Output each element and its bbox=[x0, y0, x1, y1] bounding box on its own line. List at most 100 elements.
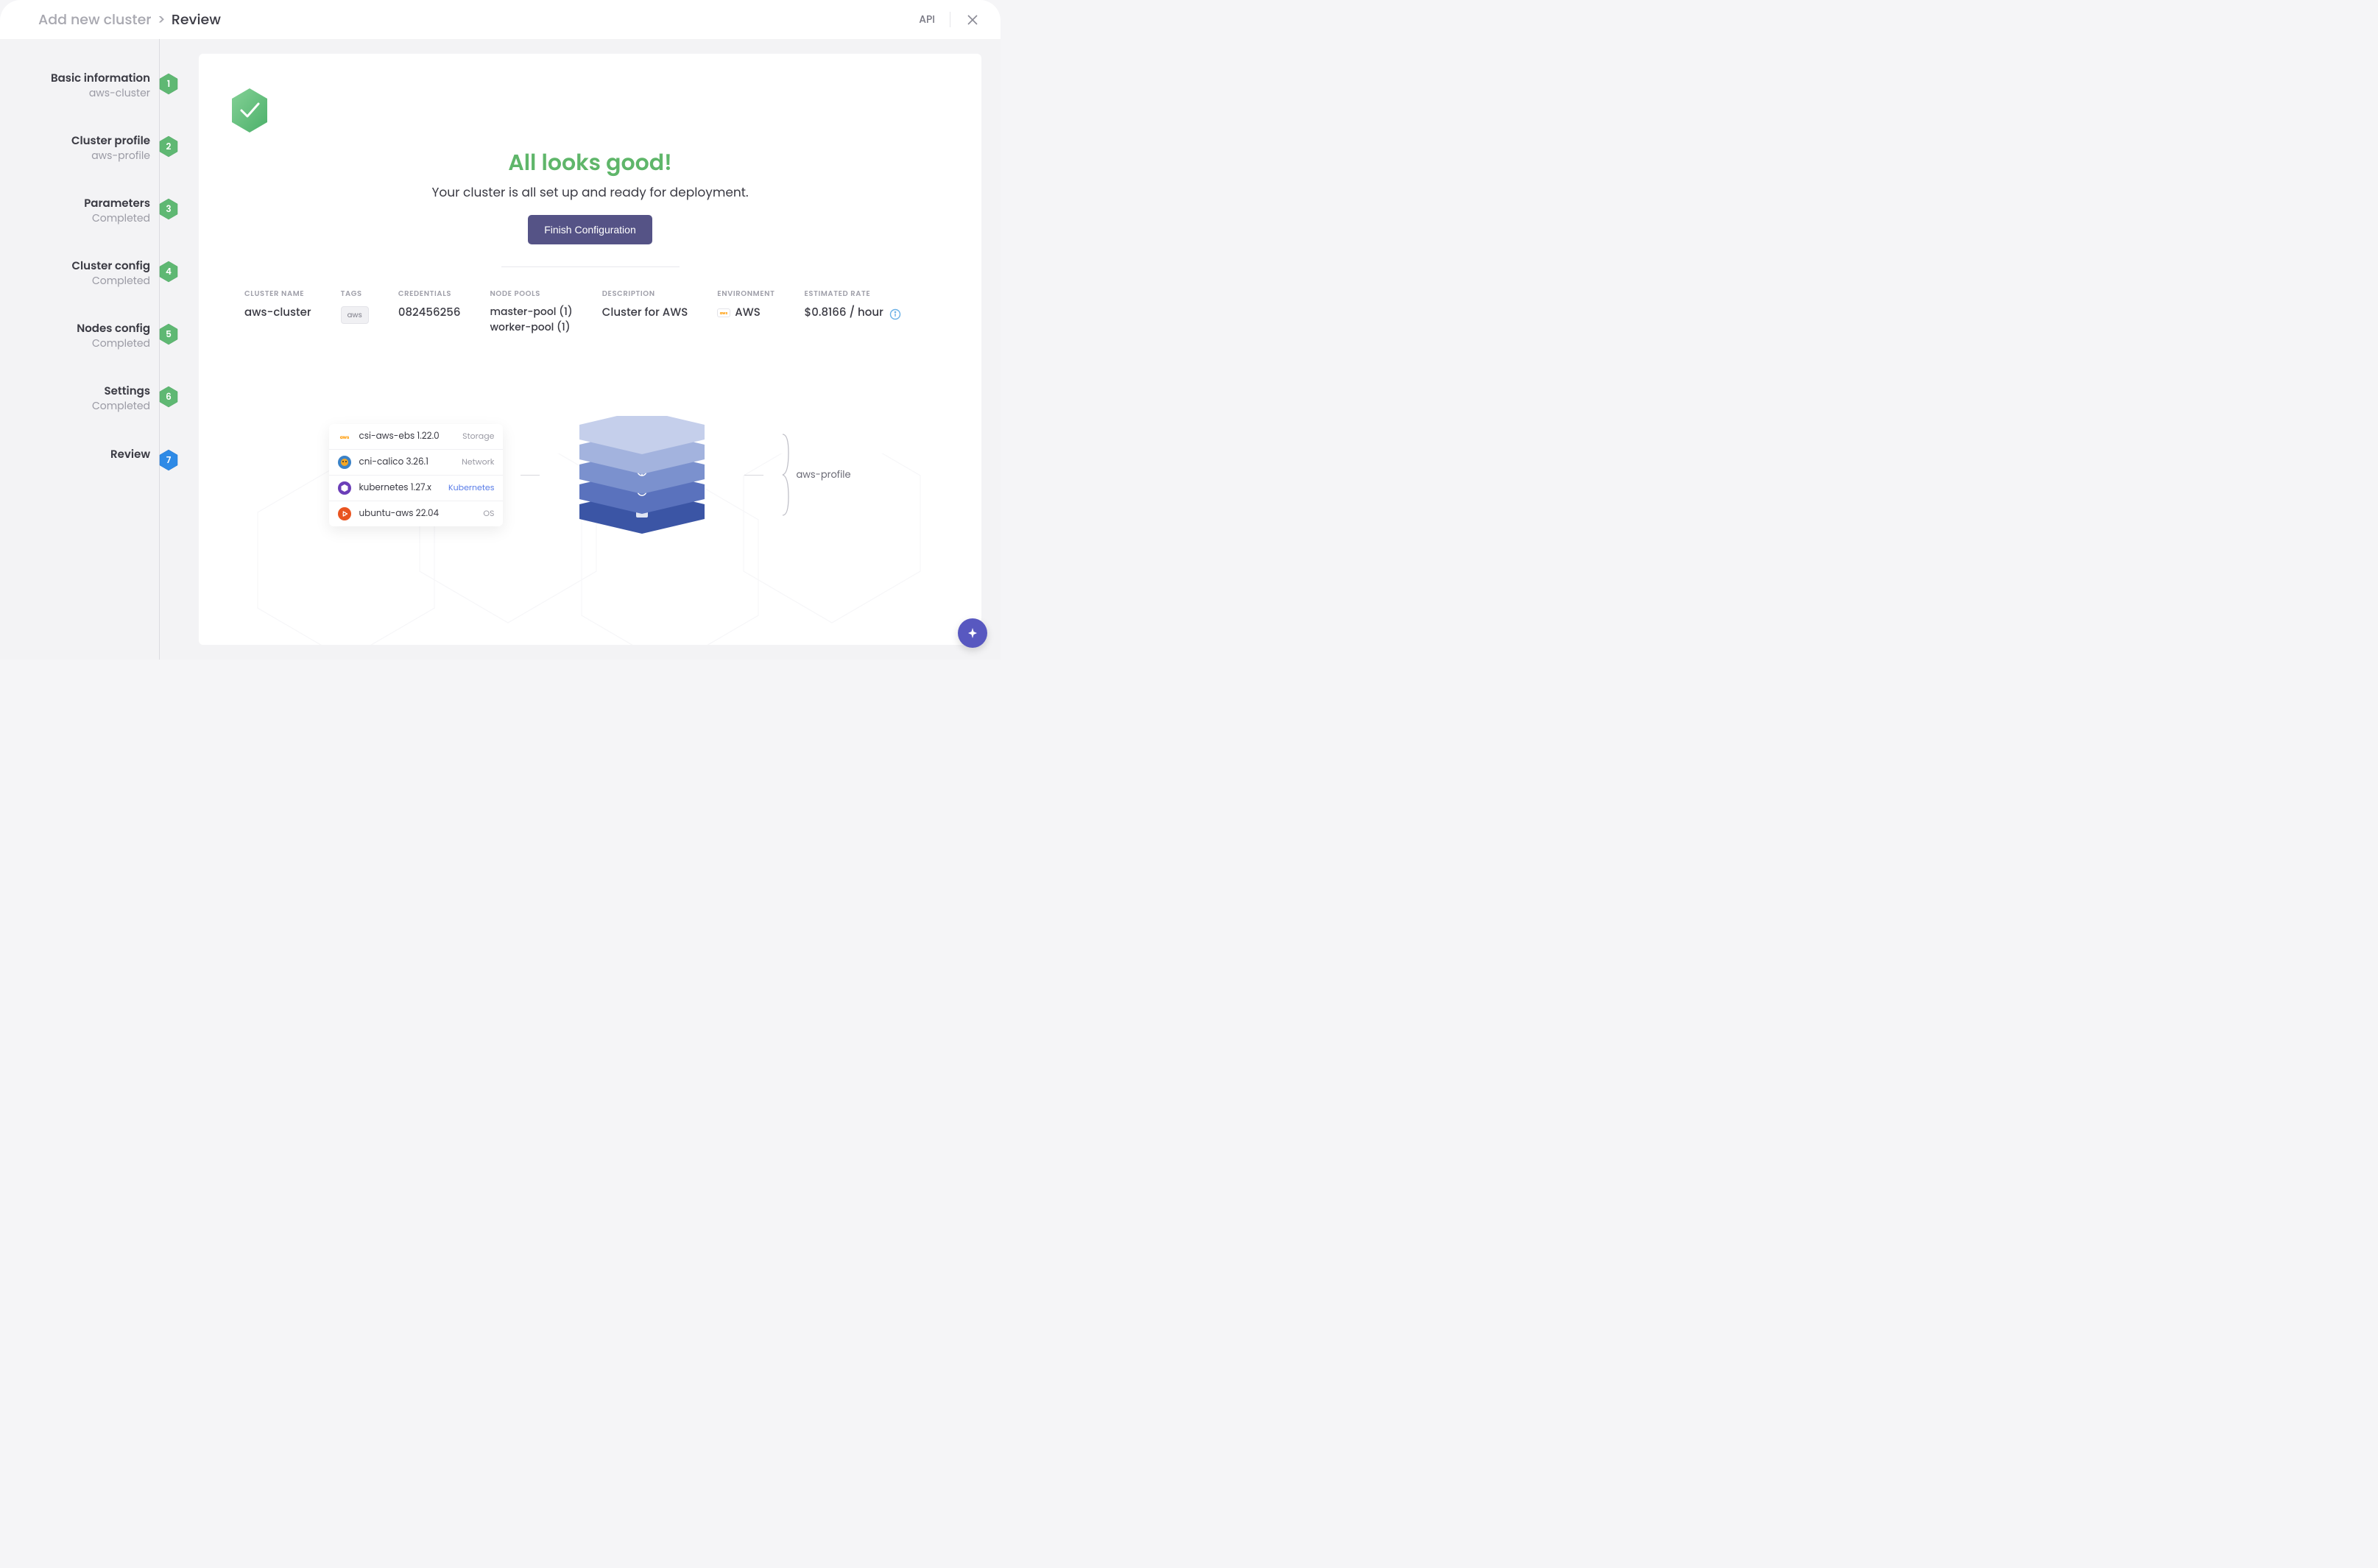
finish-configuration-button[interactable]: Finish Configuration bbox=[528, 215, 652, 244]
breadcrumb-separator: > bbox=[158, 9, 166, 30]
svg-text:4: 4 bbox=[166, 266, 172, 278]
step-title: Settings bbox=[92, 384, 150, 399]
step-title: Cluster profile bbox=[71, 134, 150, 149]
summary-label: NODE POOLS bbox=[490, 288, 572, 300]
layer-list: aws csi-aws-ebs 1.22.0 Storage cni-calic… bbox=[329, 424, 503, 526]
summary-value: $0.8166 / hour bbox=[804, 304, 883, 321]
help-fab-button[interactable] bbox=[958, 618, 987, 648]
step-title: Parameters bbox=[84, 197, 150, 211]
summary-row: CLUSTER NAME aws-cluster TAGS aws CREDEN… bbox=[228, 288, 952, 335]
summary-cluster-name: CLUSTER NAME aws-cluster bbox=[244, 288, 311, 335]
summary-label: CREDENTIALS bbox=[398, 288, 461, 300]
summary-value: 082456256 bbox=[398, 304, 461, 321]
summary-estimated-rate: ESTIMATED RATE $0.8166 / hour bbox=[804, 288, 900, 335]
success-subtitle: Your cluster is all set up and ready for… bbox=[228, 183, 952, 202]
step-subtitle: Completed bbox=[84, 211, 150, 226]
summary-label: DESCRIPTION bbox=[602, 288, 688, 300]
wizard-sidebar: Basic information aws-cluster 1 Cluster … bbox=[0, 39, 168, 660]
summary-value: AWS bbox=[735, 304, 761, 321]
layer-type: Network bbox=[462, 456, 494, 468]
step-settings[interactable]: Settings Completed 6 bbox=[0, 384, 168, 447]
summary-label: ENVIRONMENT bbox=[717, 288, 775, 300]
step-title: Basic information bbox=[51, 71, 150, 86]
sparkle-icon bbox=[966, 626, 979, 640]
layer-type: Kubernetes bbox=[448, 481, 494, 494]
svg-text:6: 6 bbox=[166, 391, 172, 403]
close-icon[interactable] bbox=[965, 13, 980, 27]
divider bbox=[501, 266, 680, 267]
summary-tags: TAGS aws bbox=[341, 288, 369, 335]
layer-type: Storage bbox=[462, 430, 494, 442]
summary-description: DESCRIPTION Cluster for AWS bbox=[602, 288, 688, 335]
layer-name: ubuntu-aws 22.04 bbox=[359, 507, 476, 520]
step-subtitle: aws-profile bbox=[71, 149, 150, 163]
profile-name: aws-profile bbox=[796, 467, 850, 482]
calico-icon bbox=[338, 456, 351, 469]
step-hex-icon: 6 bbox=[159, 386, 178, 408]
step-hex-icon: 4 bbox=[159, 261, 178, 283]
step-title: Nodes config bbox=[77, 322, 150, 336]
tag-pill: aws bbox=[341, 306, 369, 324]
layer-row[interactable]: cni-calico 3.26.1 Network bbox=[329, 450, 503, 476]
step-hex-icon: 5 bbox=[159, 323, 178, 345]
hex-stack-illustration bbox=[557, 416, 727, 534]
svg-text:5: 5 bbox=[166, 328, 172, 341]
summary-label: ESTIMATED RATE bbox=[804, 288, 900, 300]
step-hex-icon-current: 7 bbox=[159, 449, 178, 471]
svg-text:aws: aws bbox=[340, 435, 350, 441]
layer-row[interactable]: aws csi-aws-ebs 1.22.0 Storage bbox=[329, 424, 503, 450]
svg-text:3: 3 bbox=[166, 203, 171, 216]
summary-value: aws-cluster bbox=[244, 304, 311, 321]
brace-icon bbox=[781, 431, 790, 519]
breadcrumb-current: Review bbox=[172, 9, 221, 30]
connector-line bbox=[521, 475, 540, 476]
success-check-icon bbox=[228, 86, 271, 135]
svg-text:1: 1 bbox=[167, 78, 170, 91]
breadcrumb-parent[interactable]: Add new cluster bbox=[38, 9, 152, 30]
aws-icon: aws bbox=[338, 430, 351, 443]
summary-value: worker-pool (1) bbox=[490, 319, 572, 335]
connector-line bbox=[744, 475, 763, 476]
breadcrumb: Add new cluster > Review bbox=[38, 9, 221, 30]
step-parameters[interactable]: Parameters Completed 3 bbox=[0, 197, 168, 259]
step-subtitle: Completed bbox=[92, 399, 150, 414]
aws-logo-icon: aws bbox=[717, 308, 730, 317]
step-subtitle: aws-cluster bbox=[51, 86, 150, 101]
step-title: Cluster config bbox=[71, 259, 150, 274]
profile-label: aws-profile bbox=[781, 431, 850, 519]
summary-value: master-pool (1) bbox=[490, 304, 572, 319]
layer-row[interactable]: ubuntu-aws 22.04 OS bbox=[329, 501, 503, 526]
review-panel: All looks good! Your cluster is all set … bbox=[199, 54, 981, 645]
layer-name: cni-calico 3.26.1 bbox=[359, 456, 454, 469]
summary-value: Cluster for AWS bbox=[602, 304, 688, 321]
ubuntu-icon bbox=[338, 507, 351, 520]
svg-text:7: 7 bbox=[166, 454, 172, 467]
step-cluster-profile[interactable]: Cluster profile aws-profile 2 bbox=[0, 134, 168, 197]
step-subtitle: Completed bbox=[77, 336, 150, 351]
step-nodes-config[interactable]: Nodes config Completed 5 bbox=[0, 322, 168, 384]
summary-credentials: CREDENTIALS 082456256 bbox=[398, 288, 461, 335]
step-basic-information[interactable]: Basic information aws-cluster 1 bbox=[0, 71, 168, 134]
layer-name: kubernetes 1.27.x bbox=[359, 481, 441, 495]
layer-row[interactable]: kubernetes 1.27.x Kubernetes bbox=[329, 476, 503, 501]
svg-text:aws: aws bbox=[720, 311, 728, 316]
layer-name: csi-aws-ebs 1.22.0 bbox=[359, 430, 455, 443]
step-review[interactable]: Review 7 bbox=[0, 448, 168, 496]
step-cluster-config[interactable]: Cluster config Completed 4 bbox=[0, 259, 168, 322]
stack-section: aws csi-aws-ebs 1.22.0 Storage cni-calic… bbox=[228, 416, 952, 534]
layer-type: OS bbox=[483, 507, 494, 520]
api-link[interactable]: API bbox=[919, 12, 950, 27]
info-icon[interactable] bbox=[889, 307, 901, 319]
header: Add new cluster > Review API bbox=[0, 0, 1001, 39]
step-hex-icon: 1 bbox=[159, 73, 178, 95]
svg-text:2: 2 bbox=[166, 141, 172, 153]
step-subtitle: Completed bbox=[71, 274, 150, 289]
summary-label: CLUSTER NAME bbox=[244, 288, 311, 300]
content-area: All looks good! Your cluster is all set … bbox=[168, 39, 1001, 660]
summary-label: TAGS bbox=[341, 288, 369, 300]
step-hex-icon: 2 bbox=[159, 135, 178, 158]
summary-node-pools: NODE POOLS master-pool (1) worker-pool (… bbox=[490, 288, 572, 335]
step-title: Review bbox=[110, 448, 150, 462]
step-hex-icon: 3 bbox=[159, 198, 178, 220]
kubernetes-icon bbox=[338, 481, 351, 495]
